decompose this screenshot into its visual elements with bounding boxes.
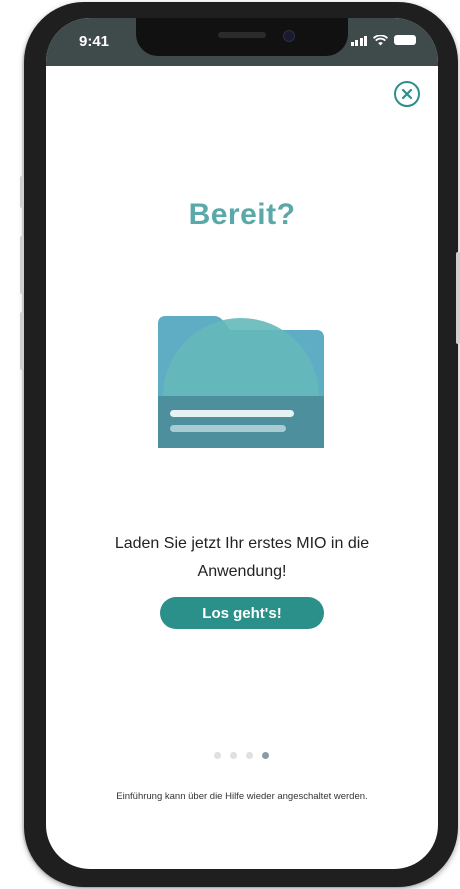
page-dot[interactable] (214, 752, 221, 759)
start-button[interactable]: Los geht's! (160, 597, 324, 629)
cellular-signal-icon (350, 36, 367, 46)
page-dot[interactable] (230, 752, 237, 759)
onboarding-message: Laden Sie jetzt Ihr erstes MIO in die An… (114, 535, 370, 580)
footer-note: Einführung kann über die Hilfe wieder an… (116, 791, 368, 802)
phone-screen: 9:41 Bereit? Laden Sie jetzt Ihr erstes … (46, 18, 438, 869)
close-button[interactable] (394, 81, 420, 107)
notch (136, 18, 348, 56)
power-button (456, 252, 460, 344)
page-indicator (214, 752, 269, 759)
status-bar: 9:41 (46, 18, 438, 66)
volume-up-button (20, 236, 24, 294)
close-icon (401, 88, 413, 100)
page-dot-active[interactable] (262, 752, 269, 759)
page-dot[interactable] (246, 752, 253, 759)
silent-switch (20, 176, 24, 208)
status-icons (350, 35, 416, 46)
page-title: Bereit? (188, 198, 296, 231)
camera (283, 30, 295, 42)
status-time: 9:41 (79, 33, 110, 50)
speaker (218, 32, 266, 38)
battery-icon (394, 35, 416, 45)
volume-down-button (20, 312, 24, 370)
folder-icon (158, 316, 324, 448)
wifi-icon (373, 35, 388, 46)
